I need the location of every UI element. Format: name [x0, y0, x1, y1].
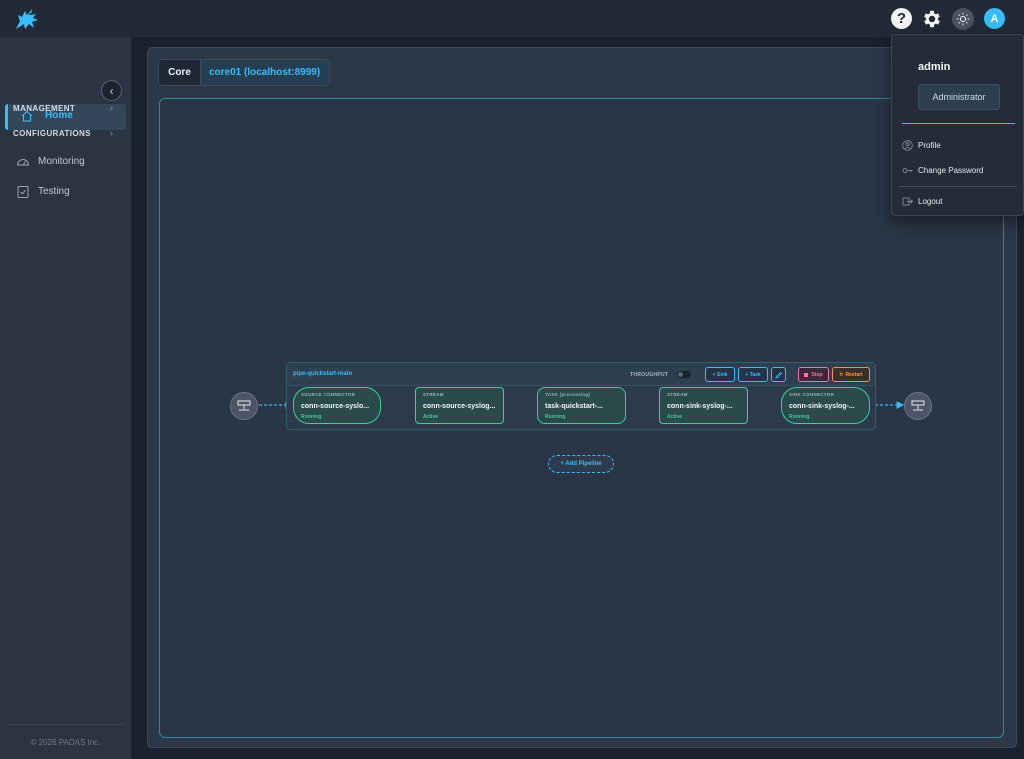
node-name: task-quickstart-...	[545, 403, 603, 410]
pipeline-output-node[interactable]	[904, 392, 932, 420]
sidebar-section-management[interactable]: MANAGEMENT	[13, 104, 75, 113]
user-circle-icon	[902, 140, 913, 151]
sidebar-item-label: Monitoring	[38, 156, 85, 167]
restart-pipeline-button[interactable]: ↻ Restart	[832, 367, 870, 382]
menu-item-label: Profile	[918, 141, 941, 150]
checklist-icon	[17, 186, 29, 198]
menu-item-label: Change Password	[918, 166, 984, 175]
menu-item-label: Logout	[918, 197, 943, 206]
node-type: TASK (processing)	[545, 392, 591, 397]
menu-divider	[902, 123, 1015, 124]
key-icon	[902, 168, 913, 173]
restart-label: Restart	[845, 371, 863, 378]
stop-icon	[804, 372, 809, 377]
logout-icon	[902, 197, 913, 206]
node-type: SINK CONNECTOR	[789, 392, 835, 397]
node-status: Running	[301, 414, 322, 420]
node-status: Active	[423, 414, 439, 420]
padas-dragon-logo[interactable]	[12, 5, 44, 33]
node-name: conn-source-syslo...	[301, 403, 370, 410]
sidebar-item-monitoring[interactable]: Monitoring	[16, 153, 126, 171]
pipeline-input-node[interactable]	[230, 392, 258, 420]
copyright-footer: © 2026 PADAS Inc.	[5, 724, 126, 759]
throughput-toggle[interactable]	[677, 371, 691, 378]
node-status: Active	[667, 414, 683, 420]
node-name: conn-sink-syslog-...	[789, 403, 855, 410]
role-badge: Administrator	[918, 84, 1000, 110]
stop-pipeline-button[interactable]: Stop	[798, 367, 829, 382]
gauge-icon	[16, 159, 30, 166]
menu-item-change-password[interactable]: Change Password	[902, 163, 1017, 179]
node-status: Running	[545, 414, 566, 420]
chevron-right-icon[interactable]: ›	[110, 128, 113, 138]
throughput-label: THROUGHPUT	[630, 372, 669, 378]
sun-icon[interactable]	[952, 8, 974, 30]
server-icon	[911, 400, 925, 411]
chevron-left-icon: ‹	[109, 83, 114, 98]
core-value[interactable]: core01 (localhost:8999)	[201, 60, 329, 85]
node-type: STREAM	[667, 392, 688, 397]
node-type: SOURCE CONNECTOR	[301, 392, 356, 397]
pencil-icon	[774, 371, 782, 379]
add-pipeline-button[interactable]: + Add Pipeline	[548, 455, 614, 473]
stream-node[interactable]: STREAM conn-sink-syslog-... Active	[659, 387, 748, 424]
sink-connector-node[interactable]: SINK CONNECTOR conn-sink-syslog-... Runn…	[781, 387, 870, 424]
sidebar-item-testing[interactable]: Testing	[16, 183, 126, 201]
stream-node[interactable]: STREAM conn-source-syslog... Active	[415, 387, 504, 424]
sidebar-section-configurations[interactable]: CONFIGURATIONS	[13, 129, 91, 138]
core-selector[interactable]: Core core01 (localhost:8999)	[158, 59, 330, 86]
sidebar: ‹ Home MANAGEMENT › CONFIGURATIONS › Mon…	[0, 37, 132, 759]
core-label: Core	[159, 60, 201, 85]
collapse-sidebar-button[interactable]: ‹	[101, 80, 122, 101]
restart-icon: ↻	[839, 371, 844, 378]
help-icon[interactable]: ?	[891, 8, 912, 29]
pipeline-header: pipe-quickstart-main THROUGHPUT + Sink +…	[287, 363, 875, 386]
add-sink-button[interactable]: + Sink	[705, 367, 735, 382]
pipeline-name[interactable]: pipe-quickstart-main	[293, 371, 352, 377]
stop-label: Stop	[811, 371, 823, 378]
menu-divider	[899, 186, 1017, 187]
task-node[interactable]: TASK (processing) task-quickstart-... Ru…	[537, 387, 626, 424]
sidebar-item-label: Testing	[38, 186, 70, 197]
node-name: conn-source-syslog...	[423, 403, 496, 410]
chevron-right-icon[interactable]: ›	[110, 103, 113, 113]
add-task-button[interactable]: + Task	[738, 367, 768, 382]
node-name: conn-sink-syslog-...	[667, 403, 733, 410]
user-avatar[interactable]: A	[984, 8, 1005, 29]
server-icon	[237, 400, 251, 411]
node-type: STREAM	[423, 392, 444, 397]
top-bar: ? A	[0, 0, 1024, 37]
gear-icon[interactable]	[921, 8, 943, 30]
menu-username: admin	[918, 61, 951, 73]
edit-pipeline-button[interactable]	[771, 367, 786, 382]
menu-item-profile[interactable]: Profile	[902, 138, 1017, 154]
source-connector-node[interactable]: SOURCE CONNECTOR conn-source-syslo... Ru…	[293, 387, 381, 424]
node-status: Running	[789, 414, 810, 420]
user-menu-dropdown: admin Administrator Profile Change Passw…	[891, 34, 1024, 216]
menu-item-logout[interactable]: Logout	[902, 194, 1017, 210]
